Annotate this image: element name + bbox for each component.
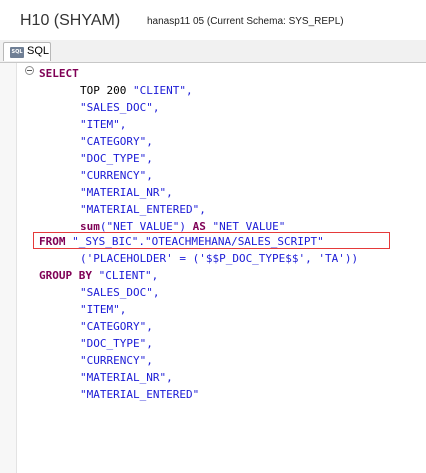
system-title: H10 (SHYAM)	[20, 12, 121, 29]
code-line: "DOC_TYPE",	[80, 151, 153, 167]
keyword-top: TOP 200	[80, 84, 127, 97]
groupby-currency: "CURRENCY",	[80, 354, 153, 367]
code-line: "MATERIAL_NR",	[80, 185, 173, 201]
from-highlight-box	[33, 232, 390, 249]
code-line: "ITEM",	[80, 302, 126, 318]
column-material-entered: "MATERIAL_ENTERED",	[80, 203, 206, 216]
code-line: "CATEGORY",	[80, 319, 153, 335]
column-category: "CATEGORY",	[80, 135, 153, 148]
sql-file-icon: SQL	[10, 47, 24, 58]
groupby-item: "ITEM",	[80, 303, 127, 316]
groupby-material-nr: "MATERIAL_NR",	[80, 371, 173, 384]
column-sales-doc: "SALES_DOC",	[80, 101, 160, 114]
code-line-group-by: GROUP BY "CLIENT",	[39, 268, 158, 284]
groupby-category: "CATEGORY",	[80, 320, 153, 333]
tab-sql-label: SQL	[27, 45, 50, 57]
tab-sql[interactable]: SQL SQL	[3, 42, 51, 61]
code-line: "MATERIAL_NR",	[80, 370, 173, 386]
connection-header: H10 (SHYAM) hanasp11 05 (Current Schema:…	[0, 0, 426, 38]
editor-tab-bar: SQL SQL	[0, 40, 426, 63]
code-line: "MATERIAL_ENTERED",	[80, 202, 206, 218]
code-line: "ITEM",	[80, 117, 126, 133]
column-item: "ITEM",	[80, 118, 127, 131]
code-line: "DOC_TYPE",	[80, 336, 153, 352]
keyword-select: SELECT	[39, 67, 79, 80]
code-line-placeholder: ('PLACEHOLDER' = ('$$P_DOC_TYPE$$', 'TA'…	[80, 251, 358, 267]
code-line: "CURRENCY",	[80, 353, 153, 369]
code-line: "SALES_DOC",	[80, 100, 159, 116]
code-line: "SALES_DOC",	[80, 285, 159, 301]
column-material-nr: "MATERIAL_NR",	[80, 186, 173, 199]
placeholder-clause: ('PLACEHOLDER' = ('$$P_DOC_TYPE$$', 'TA'…	[80, 252, 359, 265]
column-currency: "CURRENCY",	[80, 169, 153, 182]
groupby-doc-type: "DOC_TYPE",	[80, 337, 153, 350]
sql-editor[interactable]: SELECT TOP 200 "CLIENT", "SALES_DOC", "I…	[0, 63, 426, 473]
code-line: "MATERIAL_ENTERED"	[80, 387, 199, 403]
code-line-top: TOP 200 "CLIENT",	[80, 83, 193, 99]
schema-info: hanasp11 05 (Current Schema: SYS_REPL)	[147, 16, 344, 27]
keyword-group-by: GROUP BY	[39, 269, 92, 282]
groupby-client: "CLIENT",	[98, 269, 159, 282]
column-doc-type: "DOC_TYPE",	[80, 152, 153, 165]
code-line-select: SELECT	[39, 66, 79, 82]
code-line: "CATEGORY",	[80, 134, 153, 150]
groupby-sales-doc: "SALES_DOC",	[80, 286, 160, 299]
groupby-material-entered: "MATERIAL_ENTERED"	[80, 388, 200, 401]
column-client: "CLIENT",	[132, 84, 193, 97]
code-line: "CURRENCY",	[80, 168, 153, 184]
